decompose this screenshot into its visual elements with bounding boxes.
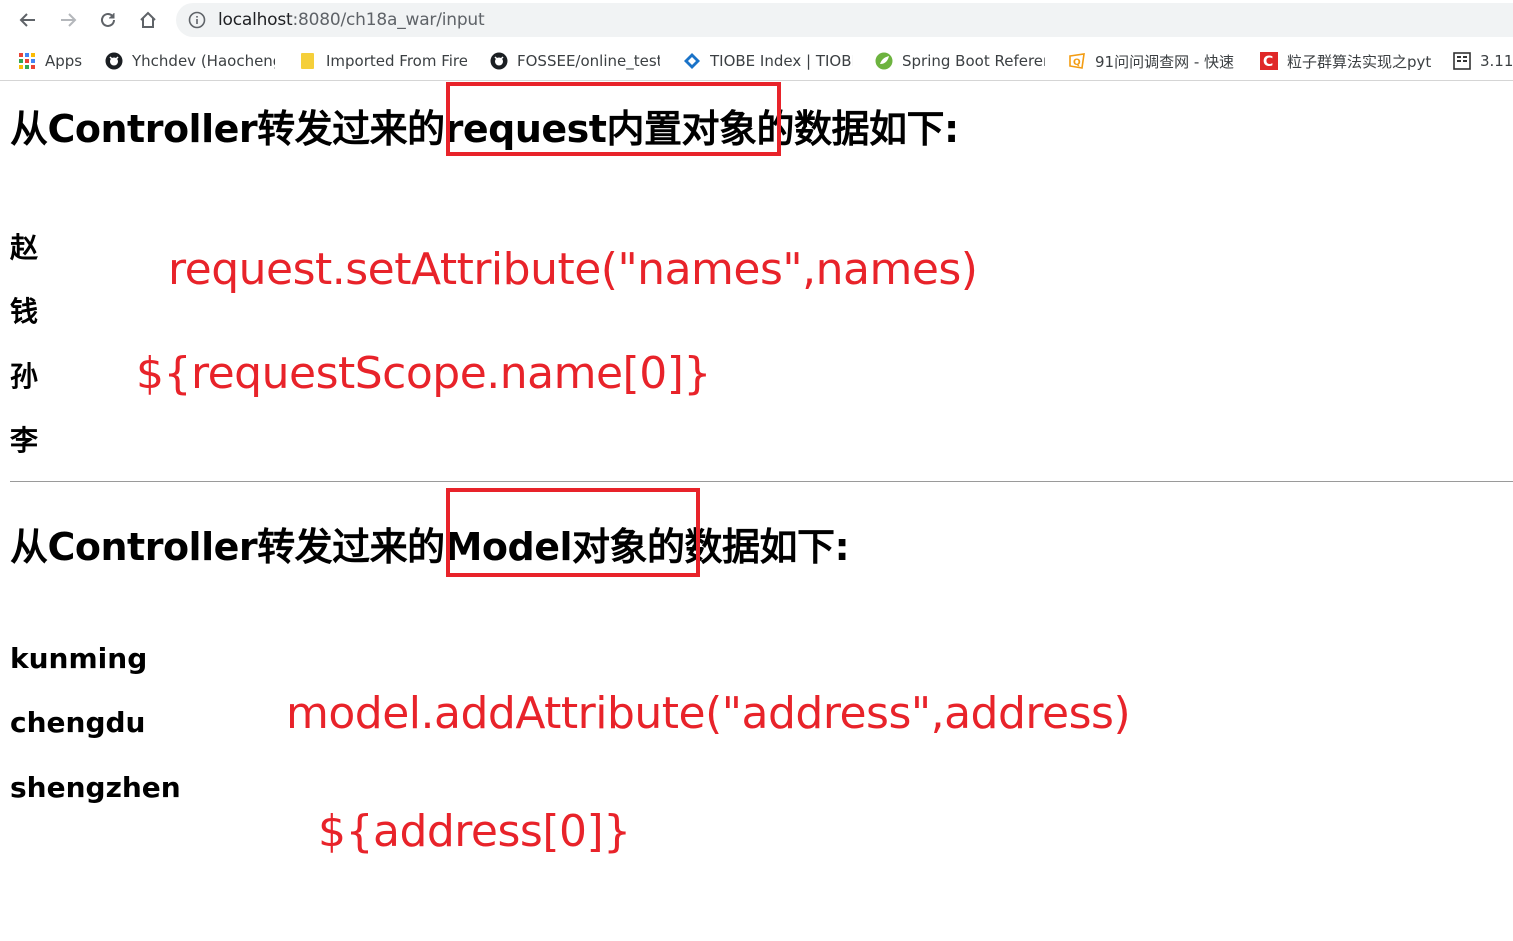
address-bar[interactable]: localhost:8080/ch18a_war/input [176,3,1513,37]
book-icon [1453,52,1471,70]
list-item: chengdu [10,706,146,739]
home-button[interactable] [135,7,161,33]
list-item: 李 [10,424,39,457]
annotation-set-attribute: request.setAttribute("names",names) [168,244,978,295]
list-item: shengzhen [10,771,181,804]
bookmark-label: 91问问调查网 - 快速 [1095,52,1235,71]
tiobe-icon [683,52,701,70]
list-item: 赵 [10,231,39,264]
annotation-request-scope: ${requestScope.name[0]} [136,348,711,399]
bookmark-label: 粒子群算法实现之pyt [1287,52,1432,71]
forward-arrow-icon [61,13,77,27]
spring-icon [875,52,893,70]
annotation-address: ${address[0]} [318,806,631,857]
folder-icon [299,52,317,70]
bookmark-3-11[interactable]: 3.11 [1453,50,1513,72]
list-item: 孙 [10,360,39,393]
browser-toolbar: localhost:8080/ch18a_war/input [0,0,1513,40]
section2-heading: 从Controller转发过来的Model对象的数据如下: [10,525,850,569]
url-path: :8080/ch18a_war/input [292,10,485,30]
bookmark-tiobe[interactable]: TIOBE Index | TIOBE [683,50,853,72]
bookmark-fossee[interactable]: FOSSEE/online_test [490,50,660,72]
highlight-box-request [446,82,781,156]
bookmark-label: Apps [45,52,83,70]
url-host: localhost [218,10,293,30]
bookmark-yhchdev[interactable]: Yhchdev (Haocheng [105,50,275,72]
info-icon[interactable] [188,11,206,29]
bookmark-label: 3.11 [1480,52,1513,70]
bookmark-imported[interactable]: Imported From Fire [299,50,467,72]
list-item: 钱 [10,295,39,328]
list-item: kunming [10,642,148,675]
bookmark-label: FOSSEE/online_test [517,52,660,70]
back-arrow-icon [19,13,35,27]
bookmark-csdn[interactable]: C 粒子群算法实现之pyt [1260,50,1432,72]
bookmark-label: Yhchdev (Haocheng [132,52,275,70]
reload-button[interactable] [95,7,121,33]
bookmark-spring[interactable]: Spring Boot Referen [875,50,1045,72]
url-text[interactable]: localhost:8080/ch18a_war/input [218,10,485,30]
bookmark-apps[interactable]: Apps [18,50,88,72]
github-icon [490,52,508,70]
forward-button[interactable] [55,7,81,33]
apps-grid-icon [18,52,36,70]
svg-text:Q: Q [1073,58,1081,68]
bookmark-91wenwen[interactable]: Q 91问问调查网 - 快速 [1068,50,1238,72]
svg-text:C: C [1263,54,1273,70]
csdn-icon: C [1260,52,1278,70]
annotation-add-attribute: model.addAttribute("address",address) [286,688,1131,739]
bookmarks-bar: Apps Yhchdev (Haocheng Imported From Fir… [0,40,1513,81]
bookmark-label: TIOBE Index | TIOBE [710,52,853,70]
bookmark-label: Imported From Fire [326,52,467,70]
home-icon [140,11,156,28]
bookmark-label: Spring Boot Referen [902,52,1045,70]
wenjuan-icon: Q [1068,52,1086,70]
reload-icon [101,12,115,27]
back-button[interactable] [15,7,41,33]
highlight-box-model [446,488,700,577]
github-icon [105,52,123,70]
divider [10,481,1513,482]
